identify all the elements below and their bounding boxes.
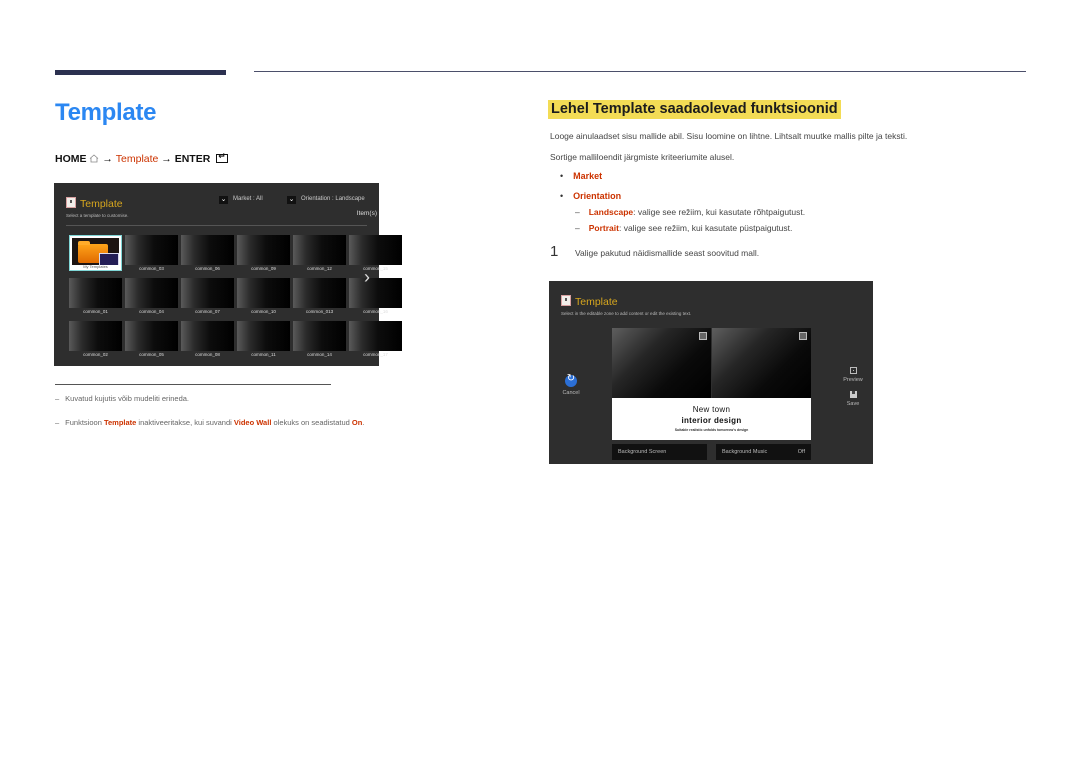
sub-portrait: – Portrait: valige see režiim, kui kasuta… [575,223,793,233]
menu-path: HOME → Template → ENTER [55,151,229,165]
preview-button[interactable]: Preview [839,367,867,383]
chevron-down-icon: ⌄ [219,196,228,204]
template-thumbnail[interactable] [69,321,122,351]
section-heading: Lehel Template saadaolevad funktsioonid [548,100,841,119]
header-bar [55,70,226,75]
template-label: common_01 [83,309,108,314]
template-label: common_14 [307,352,332,357]
my-templates-tile[interactable]: My Templates [69,235,122,271]
template-label: common_07 [195,309,220,314]
template-label: common_17 [363,352,388,357]
notes-divider [55,384,331,385]
note-2: – Funktsioon Template inaktiveeritakse, k… [55,418,365,427]
chevron-right-icon[interactable]: › [364,268,370,286]
template-label: common_10 [251,309,276,314]
header-rule [254,71,1026,72]
template-icon [561,295,571,306]
editor-screen: Template Select in the editable zone to … [549,281,873,464]
template-label: common_05 [139,352,164,357]
enter-icon [216,151,229,163]
divider [66,225,367,226]
template-label: common_02 [83,352,108,357]
template-screen-subtitle: Select a template to customise. [66,213,129,218]
nav-home: HOME [55,153,87,165]
template-label: common_08 [195,352,220,357]
template-label: common_013 [305,309,334,314]
cancel-button[interactable]: Cancel [559,373,583,396]
template-thumbnail[interactable] [69,278,122,308]
orientation-filter[interactable]: ⌄ Orientation : Landscape [287,196,365,204]
sub-landscape: – Landscape: valige see režiim, kui kasut… [575,207,806,217]
chevron-down-icon: ⌄ [287,196,296,204]
note-1: – Kuvatud kujutis võib mudeliti erineda. [55,394,189,403]
template-thumbnail[interactable] [349,235,402,265]
template-thumbnail[interactable] [181,278,234,308]
undo-icon [565,373,577,387]
page-title: Template [55,99,157,126]
template-thumbnail[interactable] [237,278,290,308]
template-label: common_06 [195,266,220,271]
template-thumbnail[interactable] [125,278,178,308]
template-label: common_16 [363,309,388,314]
nav-arrow: → [161,153,172,165]
editor-screen-subtitle: Select in the editable zone to add conte… [561,311,692,316]
template-icon [66,197,76,208]
change-image-icon[interactable] [699,332,707,340]
template-thumbnail[interactable] [181,321,234,351]
template-label: common_12 [307,266,332,271]
step-text: Valige pakutud näidismallide seast soovi… [575,248,760,258]
template-thumbnail[interactable] [293,278,346,308]
change-image-icon[interactable] [799,332,807,340]
image-zone-1[interactable] [612,328,711,398]
template-thumbnail[interactable] [181,235,234,265]
nav-template: Template [115,153,159,165]
market-filter[interactable]: ⌄ Market : All [219,196,263,204]
template-label: common_04 [139,309,164,314]
background-music-button[interactable]: Background Music Off [716,444,811,460]
template-thumbnail[interactable] [293,235,346,265]
template-label: common_03 [139,266,164,271]
background-screen-button[interactable]: Background Screen [612,444,707,460]
text-zone[interactable]: New town interior design Suitable realis… [612,398,811,440]
template-thumbnail[interactable] [349,278,402,308]
nav-arrow: → [102,153,113,165]
editor-screen-title: Template [561,295,618,308]
template-thumbnail[interactable] [237,235,290,265]
template-thumbnail[interactable] [125,321,178,351]
template-thumbnail[interactable] [349,321,402,351]
intro-paragraph: Looge ainulaadset sisu mallide abil. Sis… [550,131,908,141]
template-label: common_09 [251,266,276,271]
image-zone-2[interactable] [712,328,811,398]
preview-icon [849,367,857,374]
template-thumbnail[interactable] [293,321,346,351]
sort-paragraph: Sortige malliloendit järgmiste kriteeriu… [550,152,735,162]
items-count: Item(s) [356,210,377,217]
nav-enter: ENTER [174,153,211,165]
template-screen-title: Template [66,197,123,210]
template-thumbnail[interactable] [237,321,290,351]
bullet-market: • Market [560,171,603,181]
background-music-value: Off [797,449,805,455]
bullet-orientation: • Orientation [560,191,622,201]
save-button[interactable]: Save [839,391,867,407]
template-label: common_11 [251,352,276,357]
home-icon [90,154,99,163]
step-number: 1 [550,243,559,260]
template-screen: Template Select a template to customise.… [54,183,402,366]
template-label: common_15 [363,266,388,271]
save-icon [849,391,857,398]
template-thumbnail[interactable] [125,235,178,265]
